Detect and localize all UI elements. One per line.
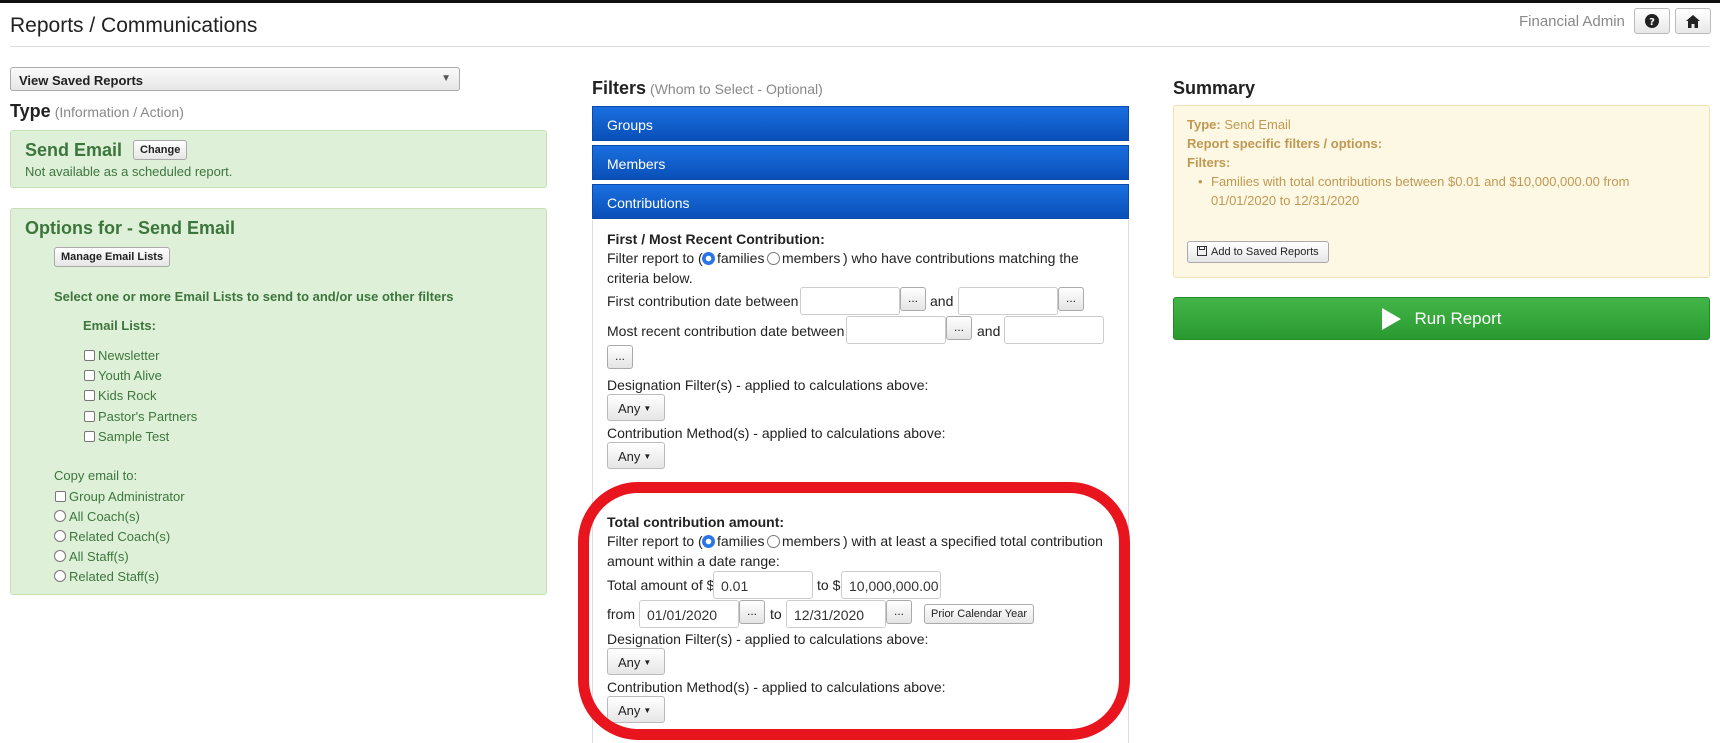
- caret-down-icon: ▼: [643, 452, 652, 461]
- home-icon: [1686, 14, 1700, 28]
- type-subheading: (Information / Action): [54, 104, 184, 120]
- contributions-accordion[interactable]: Contributions: [592, 184, 1129, 219]
- summary-panel: Type: Send Email Report specific filters…: [1173, 105, 1710, 278]
- first-recent-filter-line2: criteria below.: [607, 270, 693, 286]
- play-icon: [1381, 307, 1401, 330]
- related-coach-radio[interactable]: [54, 530, 66, 542]
- recent-date-start-picker[interactable]: ...: [946, 316, 972, 340]
- group-administrator-checkbox[interactable]: [55, 491, 66, 502]
- summary-filter-item-line2: 01/01/2020 to 12/31/2020: [1211, 193, 1360, 208]
- run-report-button[interactable]: Run Report: [1173, 297, 1710, 340]
- newsletter-checkbox[interactable]: [84, 350, 95, 361]
- help-button[interactable]: ?: [1634, 8, 1670, 34]
- designation-filter-label: Designation Filter(s) - applied to calcu…: [607, 377, 929, 393]
- email-list-label: Pastor's Partners: [98, 409, 198, 424]
- email-list-label: Sample Test: [98, 429, 170, 444]
- summary-heading: Summary: [1173, 78, 1256, 98]
- recent-date-end-input[interactable]: [1004, 316, 1104, 344]
- question-circle-icon: ?: [1645, 14, 1659, 28]
- options-panel: Options for - Send Email Manage Email Li…: [10, 208, 547, 595]
- email-list-label: Youth Alive: [98, 368, 162, 383]
- summary-filter-item-line1: Families with total contributions betwee…: [1211, 174, 1630, 189]
- user-name[interactable]: Financial Admin: [1519, 13, 1625, 30]
- saved-reports-select[interactable]: View Saved Reports ▼: [10, 67, 460, 91]
- any-label: Any: [618, 449, 641, 464]
- page-title: Reports / Communications: [10, 14, 258, 37]
- copy-option-label: Group Administrator: [69, 489, 185, 504]
- chevron-down-icon: ▼: [441, 73, 451, 84]
- kids-rock-checkbox[interactable]: [84, 390, 95, 401]
- youth-alive-checkbox[interactable]: [84, 370, 95, 381]
- copy-option-label: Related Staff(s): [69, 569, 160, 584]
- summary-type-label: Type:: [1187, 117, 1221, 132]
- home-button[interactable]: [1675, 8, 1711, 34]
- filters-subheading: (Whom to Select - Optional): [650, 81, 823, 97]
- first-recent-members-radio[interactable]: [767, 252, 780, 265]
- first-date-start-picker[interactable]: ...: [900, 287, 926, 311]
- options-title: Options for - Send Email: [25, 218, 236, 238]
- first-recent-filter-suffix: ) who have contributions matching the: [843, 250, 1079, 266]
- add-to-saved-reports-button[interactable]: Add to Saved Reports: [1187, 241, 1329, 263]
- first-date-label: First contribution date between: [607, 293, 799, 309]
- members-label: members: [782, 250, 841, 266]
- save-icon: [1197, 246, 1207, 256]
- first-date-start-input[interactable]: [800, 287, 900, 315]
- filters-heading: Filters (Whom to Select - Optional): [592, 78, 823, 99]
- contribution-method-label: Contribution Method(s) - applied to calc…: [607, 425, 946, 441]
- families-label: families: [717, 250, 765, 266]
- any-label: Any: [618, 401, 641, 416]
- sample-test-checkbox[interactable]: [84, 431, 95, 442]
- manage-email-lists-button[interactable]: Manage Email Lists: [54, 247, 171, 267]
- groups-accordion[interactable]: Groups: [592, 106, 1129, 141]
- email-lists-heading: Email Lists:: [83, 318, 156, 333]
- summary-type-line: Type: Send Email: [1187, 117, 1291, 132]
- add-to-saved-reports-label: Add to Saved Reports: [1211, 246, 1319, 258]
- and-label: and: [930, 293, 954, 309]
- run-report-label: Run Report: [1414, 308, 1502, 328]
- email-list-label: Newsletter: [98, 348, 160, 363]
- all-coach-radio[interactable]: [54, 510, 66, 522]
- header-divider: [10, 46, 1710, 47]
- first-date-end-picker[interactable]: ...: [1058, 287, 1084, 311]
- recent-date-label: Most recent contribution date between: [607, 323, 845, 339]
- first-recent-families-radio[interactable]: [702, 252, 715, 265]
- caret-down-icon: ▼: [643, 404, 652, 413]
- all-staff-radio[interactable]: [54, 550, 66, 562]
- email-list-label: Kids Rock: [98, 388, 157, 403]
- summary-type-value: Send Email: [1224, 117, 1291, 132]
- first-date-end-input[interactable]: [958, 287, 1058, 315]
- send-email-panel: Send Email Change Not available as a sch…: [10, 130, 547, 188]
- related-staff-radio[interactable]: [54, 570, 66, 582]
- change-button[interactable]: Change: [133, 140, 188, 160]
- highlight-annotation: [578, 482, 1130, 740]
- first-recent-filter-prefix: Filter report to (: [607, 250, 703, 266]
- bullet-icon: •: [1198, 174, 1203, 189]
- first-recent-heading: First / Most Recent Contribution:: [607, 231, 825, 247]
- type-heading-text: Type: [10, 101, 51, 121]
- recent-date-start-input[interactable]: [846, 316, 946, 344]
- copy-email-heading: Copy email to:: [54, 468, 138, 483]
- copy-option-label: All Coach(s): [69, 509, 140, 524]
- select-instruction: Select one or more Email Lists to send t…: [54, 289, 454, 304]
- not-available-note: Not available as a scheduled report.: [25, 164, 233, 179]
- copy-option-label: All Staff(s): [69, 549, 129, 564]
- members-accordion[interactable]: Members: [592, 145, 1129, 180]
- recent-date-end-picker[interactable]: ...: [607, 345, 633, 369]
- method-any-dropdown[interactable]: Any ▼: [607, 442, 665, 469]
- copy-option-label: Related Coach(s): [69, 529, 171, 544]
- send-email-title: Send Email: [25, 140, 123, 160]
- and-label: and: [977, 323, 1001, 339]
- top-border: [0, 0, 1720, 3]
- report-specific-label: Report specific filters / options:: [1187, 136, 1383, 151]
- saved-reports-label: View Saved Reports: [19, 73, 144, 88]
- filters-heading-text: Filters: [592, 78, 647, 98]
- type-heading: Type (Information / Action): [10, 101, 184, 122]
- designation-any-dropdown[interactable]: Any ▼: [607, 394, 665, 421]
- pastors-partners-checkbox[interactable]: [84, 411, 95, 422]
- svg-text:?: ?: [1649, 17, 1655, 28]
- summary-filters-label: Filters:: [1187, 155, 1231, 170]
